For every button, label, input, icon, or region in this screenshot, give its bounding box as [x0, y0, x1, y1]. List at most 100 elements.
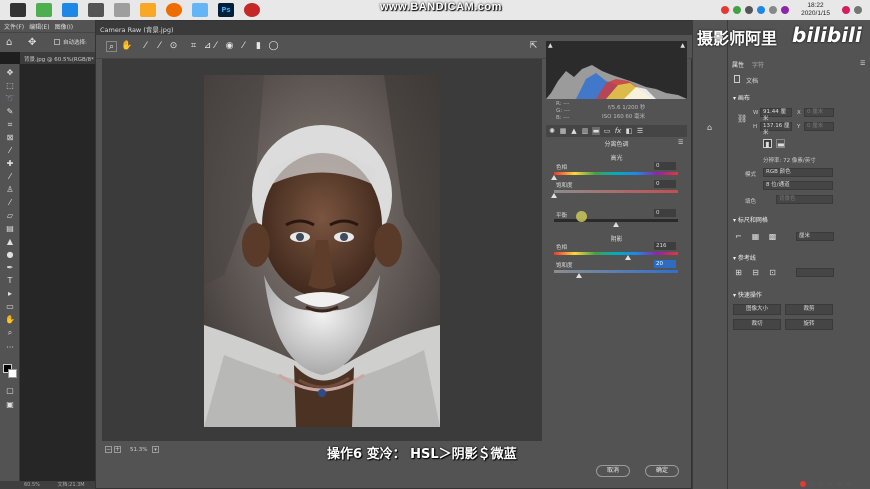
quick-mask-icon[interactable]: ▢: [5, 386, 15, 395]
healing-tool-icon[interactable]: ✚: [5, 159, 15, 168]
x-field[interactable]: 0 厘米: [804, 108, 834, 117]
taskbar-app-icon[interactable]: [88, 3, 104, 17]
highlight-clip-warning-icon[interactable]: ▲: [680, 42, 685, 49]
taskbar-app-icon[interactable]: [140, 3, 156, 17]
taskbar-app-icon[interactable]: [166, 3, 182, 17]
tab-basic-icon[interactable]: ✺: [548, 127, 556, 135]
cancel-button[interactable]: 取消: [596, 465, 630, 477]
portrait-orientation-icon[interactable]: ▮: [763, 139, 772, 149]
menu-image[interactable]: 图像(I): [55, 22, 73, 31]
path-select-tool-icon[interactable]: ▸: [5, 289, 15, 298]
taskbar-app-icon[interactable]: [192, 3, 208, 17]
ruler-icon[interactable]: ⌐: [734, 232, 743, 241]
balance-thumb[interactable]: [613, 222, 619, 227]
trim-button[interactable]: 裁切: [733, 319, 781, 330]
shadow-sat-value[interactable]: 20: [654, 260, 676, 268]
hand-tool-icon[interactable]: ✋: [5, 315, 15, 324]
tab-tone-curve-icon[interactable]: ▦: [559, 127, 567, 135]
panel-menu-icon[interactable]: ☰: [860, 60, 865, 67]
hand-tool-icon[interactable]: ✋: [121, 41, 132, 52]
highlight-hue-slider[interactable]: [554, 172, 678, 175]
white-balance-tool-icon[interactable]: ⁄: [140, 41, 151, 52]
tray-icon[interactable]: [721, 6, 730, 14]
smart-guides-icon[interactable]: ⊟: [751, 268, 760, 277]
system-clock[interactable]: 18:22 2020/1/15: [801, 2, 830, 18]
mode-select[interactable]: RGB 颜色: [763, 168, 833, 177]
shadow-sat-thumb[interactable]: [575, 273, 582, 278]
guides-section-title[interactable]: ▾ 参考线: [733, 253, 756, 262]
tab-properties[interactable]: 属性: [732, 60, 744, 69]
highlight-hue-thumb[interactable]: [551, 175, 557, 180]
history-brush-tool-icon[interactable]: ⁄: [5, 198, 15, 207]
tab-split-toning-icon[interactable]: ▬: [592, 127, 600, 135]
tab-effects-icon[interactable]: fx: [614, 127, 622, 135]
highlight-sat-value[interactable]: 0: [654, 180, 676, 188]
menu-edit[interactable]: 编辑(E): [29, 22, 49, 31]
grid-icon[interactable]: ▦: [751, 232, 760, 241]
balance-value[interactable]: 0: [654, 209, 676, 217]
link-icon[interactable]: ⛓: [737, 114, 747, 123]
tray-icon[interactable]: [769, 6, 778, 14]
screen-mode-icon[interactable]: ▣: [5, 400, 15, 409]
tab-presets-icon[interactable]: ☰: [636, 127, 644, 135]
tab-calibration-icon[interactable]: ◧: [625, 127, 633, 135]
shadow-clip-warning-icon[interactable]: ▲: [548, 42, 553, 49]
landscape-orientation-icon[interactable]: ▬: [776, 139, 785, 149]
graduated-filter-icon[interactable]: ▮: [253, 41, 264, 52]
zoom-in-button[interactable]: +: [114, 446, 121, 453]
crop-tool-icon[interactable]: ⌗: [5, 120, 15, 129]
home-icon[interactable]: ⌂: [6, 37, 12, 48]
radial-filter-icon[interactable]: ◯: [268, 41, 279, 52]
brush-tool-icon[interactable]: ⁄: [5, 172, 15, 181]
canvas-section-title[interactable]: ▾ 画布: [733, 93, 750, 102]
eraser-tool-icon[interactable]: ▱: [5, 211, 15, 220]
guide-layout-icon[interactable]: ⊞: [734, 268, 743, 277]
tray-icon[interactable]: [757, 6, 766, 14]
taskbar-app-icon[interactable]: [36, 3, 52, 17]
menu-file[interactable]: 文件(F): [4, 22, 24, 31]
tray-icon[interactable]: [745, 6, 754, 14]
tab-detail-icon[interactable]: ▲: [570, 127, 578, 135]
rulers-grids-section-title[interactable]: ▾ 标尺和网格: [733, 215, 768, 224]
move-icon[interactable]: ✥: [28, 37, 36, 48]
adjustment-brush-icon[interactable]: ⁄: [238, 41, 249, 52]
red-eye-icon[interactable]: ◉: [224, 41, 235, 52]
target-adjust-icon[interactable]: ⊙: [168, 41, 179, 52]
tray-icon[interactable]: [845, 481, 851, 487]
taskbar-photoshop-icon[interactable]: Ps: [218, 3, 234, 17]
tray-icon[interactable]: [854, 6, 862, 14]
pen-tool-icon[interactable]: ✒: [5, 263, 15, 272]
zoom-tool-icon[interactable]: ⌕: [106, 41, 117, 52]
lasso-tool-icon[interactable]: ➰: [5, 94, 15, 103]
shadow-hue-thumb[interactable]: [625, 255, 632, 260]
move-tool-icon[interactable]: ✥: [5, 68, 15, 77]
tray-icon[interactable]: [800, 481, 806, 487]
marquee-tool-icon[interactable]: ⬚: [5, 81, 15, 90]
bit-depth-select[interactable]: 8 位/通道: [763, 181, 833, 190]
zoom-out-button[interactable]: −: [105, 446, 112, 453]
tray-icon[interactable]: [827, 481, 833, 487]
pixel-grid-icon[interactable]: ▩: [768, 232, 777, 241]
quick-select-tool-icon[interactable]: ✎: [5, 107, 15, 116]
panel-strip-icon[interactable]: ⌂: [707, 123, 716, 132]
stamp-tool-icon[interactable]: ♙: [5, 185, 15, 194]
tray-icon[interactable]: [809, 481, 815, 487]
dodge-tool-icon[interactable]: ●: [5, 250, 15, 259]
crop-tool-icon[interactable]: ⌗: [188, 41, 199, 52]
zoom-level[interactable]: 51.3%: [130, 447, 147, 453]
tab-character[interactable]: 字符: [752, 60, 764, 69]
tray-icon[interactable]: [842, 6, 850, 14]
shape-tool-icon[interactable]: ▭: [5, 302, 15, 311]
more-tools-icon[interactable]: ···: [5, 343, 15, 352]
quick-actions-section-title[interactable]: ▾ 快速操作: [733, 290, 762, 299]
rotate-button[interactable]: 旋转: [785, 319, 833, 330]
tab-hsl-icon[interactable]: ▥: [581, 127, 589, 135]
spot-removal-icon[interactable]: ⁄: [210, 41, 221, 52]
eyedropper-tool-icon[interactable]: ⁄: [5, 146, 15, 155]
y-field[interactable]: 0 厘米: [804, 122, 834, 131]
taskbar-app-icon[interactable]: [10, 3, 26, 17]
frame-tool-icon[interactable]: ⊠: [5, 133, 15, 142]
gradient-tool-icon[interactable]: ▤: [5, 224, 15, 233]
document-tab[interactable]: 背景.jpg @ 60.5%(RGB/8*: [20, 52, 95, 64]
fill-select[interactable]: 背景色: [776, 195, 833, 204]
